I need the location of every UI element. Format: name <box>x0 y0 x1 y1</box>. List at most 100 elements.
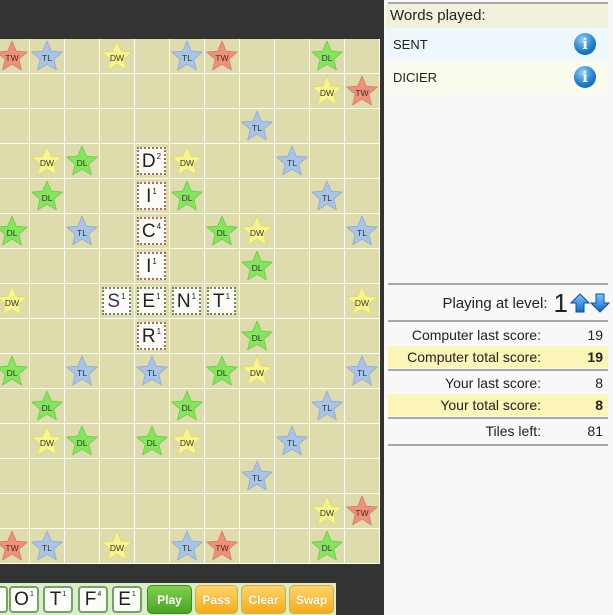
board-cell[interactable] <box>345 249 380 284</box>
board-cell[interactable] <box>240 179 275 214</box>
board-cell[interactable] <box>345 109 380 144</box>
board-cell[interactable] <box>100 144 135 179</box>
arrow-down-icon[interactable] <box>590 293 610 313</box>
board-cell[interactable] <box>170 109 205 144</box>
board-cell[interactable] <box>275 354 310 389</box>
board-cell[interactable]: R1 <box>135 319 170 354</box>
board-cell[interactable] <box>170 319 205 354</box>
board-cell[interactable] <box>135 389 170 424</box>
arrow-up-icon[interactable] <box>570 293 590 313</box>
board-cell[interactable] <box>0 424 30 459</box>
rack-tile[interactable] <box>0 586 8 613</box>
board-cell[interactable]: TL <box>345 214 380 249</box>
board-cell[interactable] <box>135 494 170 529</box>
board-cell[interactable]: DL <box>240 319 275 354</box>
board-cell[interactable] <box>135 459 170 494</box>
board-cell[interactable]: DL <box>65 144 100 179</box>
board-cell[interactable] <box>0 179 30 214</box>
board-cell[interactable]: DW <box>240 354 275 389</box>
board-cell[interactable]: TW <box>345 494 380 529</box>
board-cell[interactable] <box>345 39 380 74</box>
clear-button[interactable]: Clear <box>241 585 286 614</box>
board-cell[interactable] <box>65 39 100 74</box>
board-cell[interactable] <box>240 389 275 424</box>
board-cell[interactable] <box>0 249 30 284</box>
board-cell[interactable] <box>0 319 30 354</box>
board-cell[interactable]: TL <box>240 109 275 144</box>
board-cell[interactable] <box>0 494 30 529</box>
board-cell[interactable]: TL <box>275 424 310 459</box>
board-cell[interactable] <box>205 494 240 529</box>
board-cell[interactable] <box>205 109 240 144</box>
board-cell[interactable] <box>65 249 100 284</box>
board-cell[interactable]: TL <box>170 529 205 564</box>
board-cell[interactable]: DL <box>30 389 65 424</box>
pass-button[interactable]: Pass <box>195 585 238 614</box>
board-cell[interactable] <box>65 389 100 424</box>
board-cell[interactable]: DL <box>240 249 275 284</box>
board-cell[interactable]: TL <box>30 529 65 564</box>
board-cell[interactable] <box>65 494 100 529</box>
board-cell[interactable] <box>240 284 275 319</box>
board-cell[interactable] <box>0 109 30 144</box>
swap-button[interactable]: Swap <box>289 585 334 614</box>
board-cell[interactable] <box>310 249 345 284</box>
board-cell[interactable] <box>30 319 65 354</box>
board-cell[interactable] <box>205 74 240 109</box>
board-cell[interactable] <box>30 354 65 389</box>
board-cell[interactable]: TW <box>345 74 380 109</box>
rack-tile[interactable]: F 4 <box>78 586 108 613</box>
play-button[interactable]: Play <box>147 585 192 614</box>
board-cell[interactable] <box>240 39 275 74</box>
board-cell[interactable] <box>240 529 275 564</box>
board-cell[interactable] <box>275 284 310 319</box>
board-cell[interactable] <box>205 249 240 284</box>
board-cell[interactable] <box>310 109 345 144</box>
board-cell[interactable] <box>100 354 135 389</box>
board-cell[interactable]: DL <box>30 179 65 214</box>
board-cell[interactable]: DL <box>205 354 240 389</box>
board-cell[interactable] <box>275 74 310 109</box>
board-cell[interactable]: I1 <box>135 249 170 284</box>
board-cell[interactable]: DW <box>240 214 275 249</box>
board-cell[interactable] <box>240 144 275 179</box>
board-cell[interactable] <box>65 179 100 214</box>
rack-tile[interactable]: E 1 <box>112 586 142 613</box>
board-cell[interactable] <box>30 249 65 284</box>
board-cell[interactable] <box>240 424 275 459</box>
board-cell[interactable] <box>205 389 240 424</box>
board-cell[interactable] <box>65 109 100 144</box>
board-cell[interactable] <box>275 494 310 529</box>
board-cell[interactable] <box>100 249 135 284</box>
board-cell[interactable] <box>345 319 380 354</box>
board-cell[interactable]: TL <box>275 144 310 179</box>
board-cell[interactable] <box>100 459 135 494</box>
board-cell[interactable] <box>275 389 310 424</box>
board-cell[interactable]: TW <box>205 39 240 74</box>
board-cell[interactable] <box>65 284 100 319</box>
board-cell[interactable] <box>205 424 240 459</box>
board-cell[interactable] <box>205 179 240 214</box>
board-cell[interactable] <box>170 494 205 529</box>
board-cell[interactable] <box>100 74 135 109</box>
board-cell[interactable] <box>30 284 65 319</box>
board-cell[interactable] <box>310 354 345 389</box>
board-cell[interactable]: DL <box>310 529 345 564</box>
board-cell[interactable] <box>100 179 135 214</box>
board-cell[interactable] <box>30 494 65 529</box>
board-cell[interactable]: DW <box>100 529 135 564</box>
board-cell[interactable] <box>310 284 345 319</box>
board-cell[interactable]: DL <box>205 214 240 249</box>
board-cell[interactable] <box>0 74 30 109</box>
board-cell[interactable] <box>275 214 310 249</box>
board-cell[interactable]: DL <box>65 424 100 459</box>
board-cell[interactable] <box>205 459 240 494</box>
board-cell[interactable]: C4 <box>135 214 170 249</box>
board-cell[interactable]: TL <box>345 354 380 389</box>
board-cell[interactable]: TL <box>310 179 345 214</box>
board-cell[interactable] <box>100 109 135 144</box>
board-cell[interactable]: DL <box>0 214 30 249</box>
board-cell[interactable]: I1 <box>135 179 170 214</box>
info-icon[interactable]: i <box>574 66 596 88</box>
board-cell[interactable] <box>275 179 310 214</box>
